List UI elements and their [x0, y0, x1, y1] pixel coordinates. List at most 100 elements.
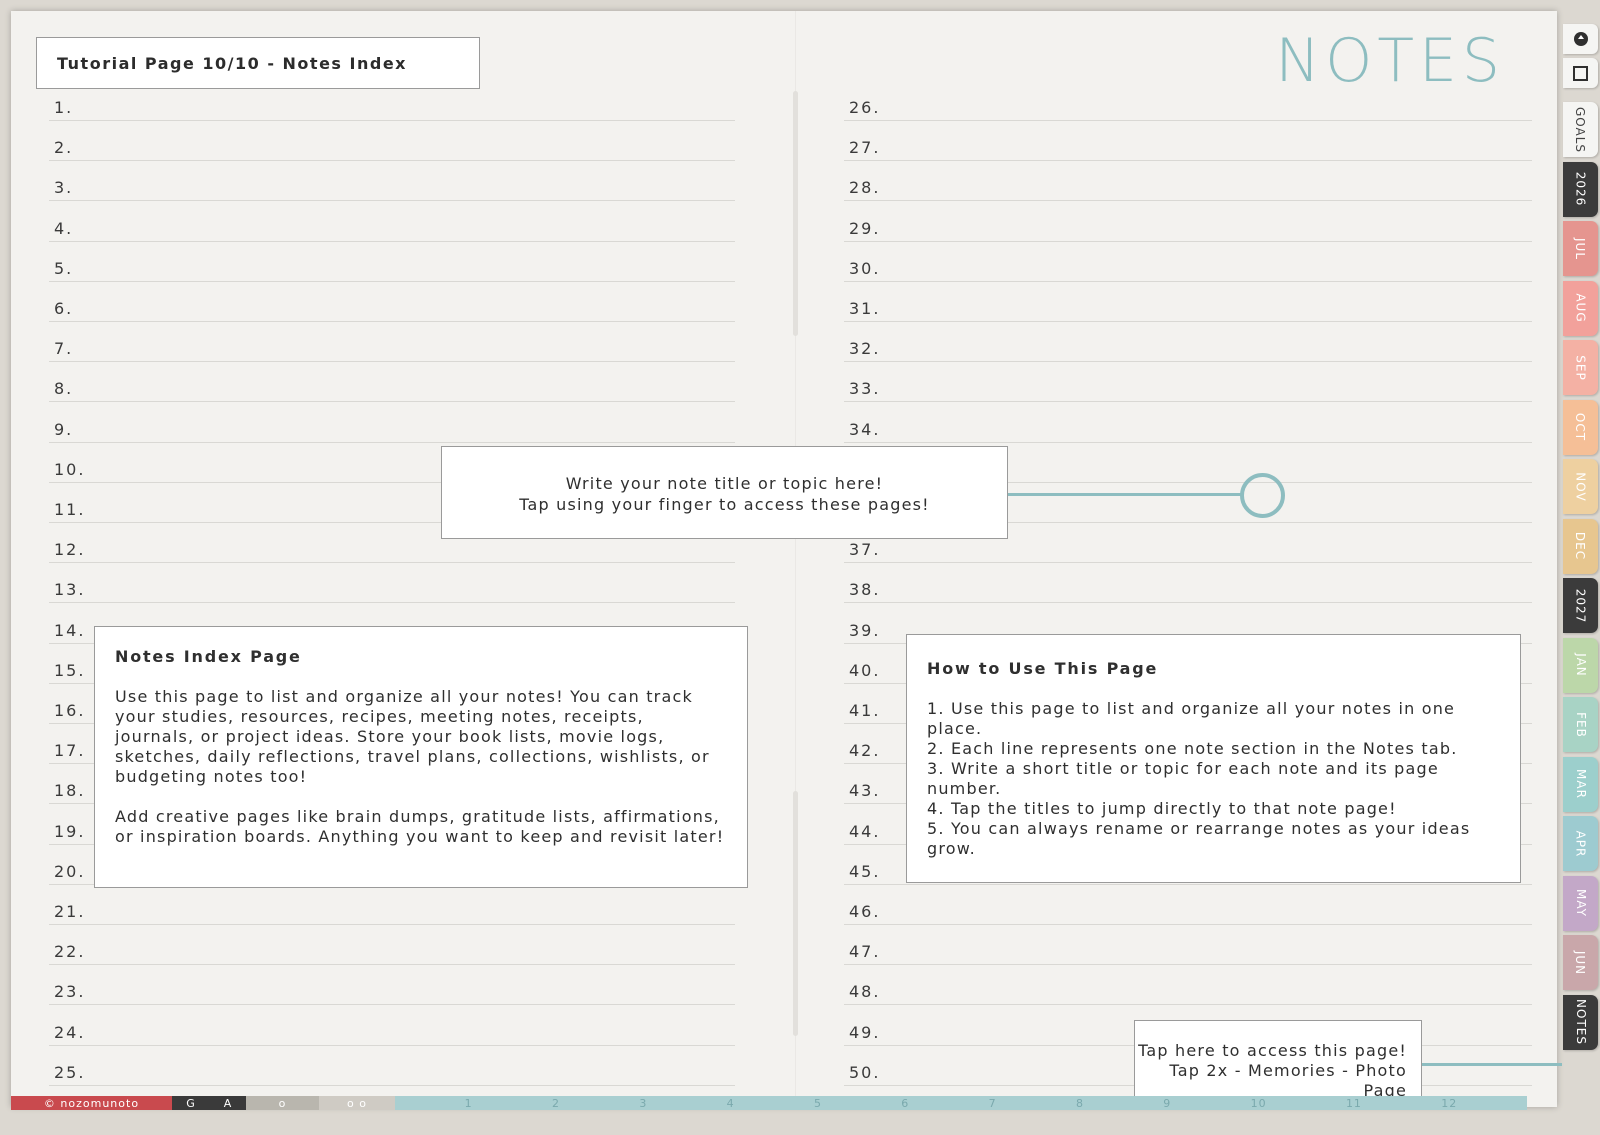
index-line[interactable]: 34.: [844, 403, 1532, 443]
month-link[interactable]: 1: [465, 1097, 473, 1110]
index-line[interactable]: 31.: [844, 282, 1532, 322]
index-line[interactable]: 7.: [49, 322, 735, 363]
index-line[interactable]: 33.: [844, 362, 1532, 403]
index-line[interactable]: 48.: [844, 965, 1532, 1006]
home-button[interactable]: [1563, 24, 1598, 54]
info-paragraph: Add creative pages like brain dumps, gra…: [115, 807, 725, 846]
tab-label: OCT: [1573, 412, 1588, 442]
index-line[interactable]: 28.: [844, 161, 1532, 202]
nav-g-button[interactable]: G: [172, 1096, 210, 1110]
tab-mar[interactable]: MAR: [1563, 756, 1598, 812]
index-line[interactable]: 6.: [49, 282, 735, 322]
line-number: 34.: [849, 419, 881, 439]
line-number: 46.: [849, 902, 881, 921]
line-number: 44.: [849, 821, 881, 841]
month-link[interactable]: 2: [552, 1097, 560, 1110]
notes-index-info-box: Notes Index Page Use this page to list a…: [94, 626, 748, 888]
line-number: 29.: [849, 218, 881, 238]
line-number: 37.: [849, 540, 881, 560]
nav-oo-button[interactable]: o o: [319, 1096, 395, 1110]
tab-dec[interactable]: DEC: [1563, 518, 1598, 574]
howto-step: 4. Tap the titles to jump directly to th…: [927, 799, 1397, 818]
month-link[interactable]: 9: [1163, 1097, 1171, 1110]
brand-label: © nozomunoto: [11, 1096, 172, 1110]
index-line[interactable]: 8.: [49, 362, 735, 403]
month-link[interactable]: 6: [901, 1097, 909, 1110]
howto-heading: How to Use This Page: [927, 659, 1159, 678]
index-line[interactable]: 22.: [49, 925, 735, 966]
tab-jun[interactable]: JUN: [1563, 935, 1598, 990]
index-line[interactable]: 2.: [49, 121, 735, 162]
line-number: 4.: [54, 218, 74, 238]
index-line[interactable]: 29.: [844, 202, 1532, 242]
month-link[interactable]: 11: [1346, 1097, 1362, 1110]
line-number: 15.: [54, 660, 86, 680]
line-number: 40.: [849, 660, 881, 680]
month-link[interactable]: 7: [989, 1097, 997, 1110]
howto-step: 5. You can always rename or rearrange no…: [927, 819, 1471, 858]
line-number: 42.: [849, 741, 881, 761]
topic-callout: Write your note title or topic here! Tap…: [441, 446, 1008, 539]
nav-o-button[interactable]: o: [246, 1096, 319, 1110]
tab-label: DEC: [1573, 531, 1588, 561]
month-link[interactable]: 8: [1076, 1097, 1084, 1110]
line-number: 20.: [54, 861, 86, 881]
tab-jul[interactable]: JUL: [1563, 221, 1598, 276]
index-line[interactable]: 25.: [49, 1046, 735, 1086]
tab-label: APR: [1573, 830, 1588, 857]
tab-may[interactable]: MAY: [1563, 875, 1598, 931]
tab-label: 2026: [1573, 171, 1588, 207]
index-line[interactable]: 3.: [49, 161, 735, 202]
index-line[interactable]: 24.: [49, 1006, 735, 1046]
index-line[interactable]: 1.: [49, 81, 735, 121]
tab-sep[interactable]: SEP: [1563, 340, 1598, 395]
line-number: 33.: [849, 379, 881, 399]
line-number: 10.: [54, 459, 86, 479]
line-number: 13.: [54, 580, 86, 600]
index-line[interactable]: 5.: [49, 242, 735, 282]
line-number: 38.: [849, 580, 881, 600]
index-line[interactable]: 4.: [49, 202, 735, 242]
index-line[interactable]: 30.: [844, 242, 1532, 282]
index-line[interactable]: 32.: [844, 322, 1532, 363]
tab-jan[interactable]: JAN: [1563, 637, 1598, 693]
tab-2027[interactable]: 2027: [1563, 578, 1598, 633]
tab-goals[interactable]: GOALS: [1563, 102, 1598, 157]
line-number: 1.: [54, 98, 74, 117]
notes-tab-callout-text: Tap here to access this page! Tap 2x - M…: [1138, 1041, 1407, 1100]
index-line[interactable]: 23.: [49, 965, 735, 1006]
line-number: 2.: [54, 138, 74, 158]
index-line[interactable]: 21.: [49, 885, 735, 925]
tab-apr[interactable]: APR: [1563, 816, 1598, 871]
line-number: 8.: [54, 379, 74, 399]
index-button[interactable]: [1563, 58, 1598, 88]
tab-oct[interactable]: OCT: [1563, 399, 1598, 455]
index-line[interactable]: 46.: [844, 885, 1532, 925]
index-line[interactable]: 27.: [844, 121, 1532, 162]
tab-aug[interactable]: AUG: [1563, 280, 1598, 336]
line-number: 31.: [849, 299, 881, 318]
month-link[interactable]: 4: [727, 1097, 735, 1110]
index-line[interactable]: 38.: [844, 563, 1532, 604]
month-link[interactable]: 3: [639, 1097, 647, 1110]
line-number: 7.: [54, 339, 74, 359]
howto-step: 3. Write a short title or topic for each…: [927, 759, 1439, 798]
nav-a-button[interactable]: A: [210, 1096, 246, 1110]
tab-2026[interactable]: 2026: [1563, 161, 1598, 217]
line-number: 18.: [54, 781, 86, 801]
index-line[interactable]: 47.: [844, 925, 1532, 966]
index-line[interactable]: 26.: [844, 81, 1532, 121]
tab-notes[interactable]: NOTES: [1563, 994, 1598, 1050]
index-line[interactable]: 9.: [49, 403, 735, 443]
tab-label: 2027: [1573, 588, 1588, 623]
line-number: 21.: [54, 902, 86, 921]
index-line[interactable]: 13.: [49, 563, 735, 604]
tab-label: NOTES: [1573, 999, 1588, 1045]
month-link[interactable]: 10: [1251, 1097, 1267, 1110]
tab-label: FEB: [1573, 711, 1588, 738]
tab-feb[interactable]: FEB: [1563, 697, 1598, 752]
tab-nov[interactable]: NOV: [1563, 459, 1598, 514]
month-link[interactable]: 5: [814, 1097, 822, 1110]
line-number: 17.: [54, 741, 86, 761]
month-link[interactable]: 12: [1441, 1097, 1457, 1110]
